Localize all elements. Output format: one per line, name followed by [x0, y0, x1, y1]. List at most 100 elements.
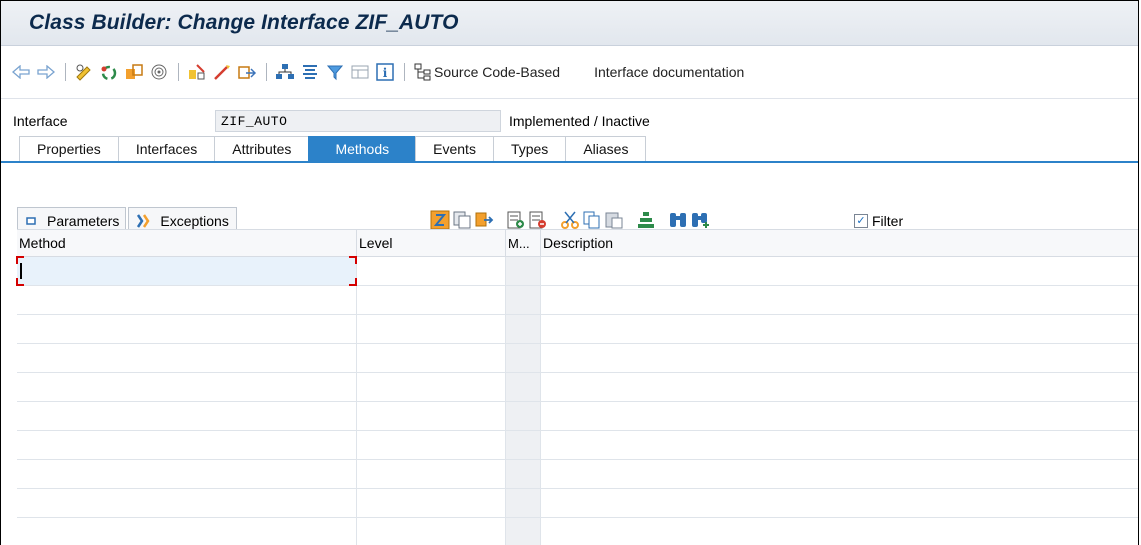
- methods-table: Method Level M... Description: [16, 229, 1138, 545]
- level-cell[interactable]: [357, 344, 506, 372]
- filter-label: Filter: [872, 213, 904, 229]
- level-cell[interactable]: [357, 431, 506, 459]
- column-header-description[interactable]: Description: [541, 230, 1138, 256]
- description-cell[interactable]: [541, 344, 1138, 372]
- tab-types[interactable]: Types: [492, 136, 567, 161]
- info-icon[interactable]: i: [373, 60, 397, 84]
- modeled-cell[interactable]: [506, 402, 541, 430]
- level-cell[interactable]: [357, 286, 506, 314]
- check-icon[interactable]: [185, 60, 209, 84]
- method-cell[interactable]: [17, 489, 357, 517]
- column-header-modeled[interactable]: M...: [506, 230, 541, 256]
- modeled-cell[interactable]: [506, 431, 541, 459]
- parameters-label: Parameters: [47, 213, 120, 229]
- level-cell[interactable]: [357, 315, 506, 343]
- method-cell[interactable]: [17, 315, 357, 343]
- method-cell[interactable]: [17, 460, 357, 488]
- tab-methods[interactable]: Methods: [308, 136, 417, 161]
- object-list-icon[interactable]: [273, 60, 297, 84]
- edit-marker-corner: [16, 278, 24, 286]
- table-row: [17, 344, 1138, 373]
- tab-aliases[interactable]: Aliases: [565, 136, 647, 161]
- table-row: [17, 431, 1138, 460]
- edit-marker-corner: [349, 256, 357, 264]
- description-cell[interactable]: [541, 373, 1138, 401]
- level-cell[interactable]: [357, 257, 506, 285]
- tab-interfaces[interactable]: Interfaces: [117, 136, 216, 161]
- table-row: [17, 286, 1138, 315]
- table-row: [17, 489, 1138, 518]
- level-cell[interactable]: [357, 518, 506, 545]
- tab-strip: Properties Interfaces Attributes Methods…: [1, 135, 1138, 163]
- forward-arrow-icon[interactable]: [34, 60, 58, 84]
- other-object-icon[interactable]: [72, 60, 96, 84]
- source-code-based-button[interactable]: Source Code-Based: [413, 60, 560, 84]
- description-cell[interactable]: [541, 402, 1138, 430]
- text-cursor: [20, 263, 22, 279]
- description-cell[interactable]: [541, 286, 1138, 314]
- method-cell[interactable]: [17, 286, 357, 314]
- filter-checkbox[interactable]: ✓ Filter: [854, 213, 903, 229]
- modeled-cell[interactable]: [506, 257, 541, 285]
- exceptions-label: Exceptions: [160, 213, 229, 229]
- description-cell[interactable]: [541, 460, 1138, 488]
- tab-properties[interactable]: Properties: [19, 136, 119, 161]
- tab-attributes[interactable]: Attributes: [214, 136, 310, 161]
- table-row: [16, 256, 1138, 286]
- method-cell[interactable]: [16, 256, 357, 286]
- test-icon[interactable]: [235, 60, 259, 84]
- description-cell[interactable]: [541, 315, 1138, 343]
- back-arrow-icon[interactable]: [9, 60, 33, 84]
- method-cell[interactable]: [17, 518, 357, 545]
- source-code-based-label: Source Code-Based: [434, 64, 561, 80]
- table-row: [17, 315, 1138, 344]
- interface-header: Interface ZIF_AUTO Implemented / Inactiv…: [1, 107, 1138, 135]
- layout-icon[interactable]: [348, 60, 372, 84]
- description-cell[interactable]: [541, 489, 1138, 517]
- source-code-based-icon: [413, 60, 433, 84]
- table-row: [17, 402, 1138, 431]
- column-header-method[interactable]: Method: [17, 230, 357, 256]
- filter-icon[interactable]: [323, 60, 347, 84]
- level-cell[interactable]: [357, 373, 506, 401]
- modeled-cell[interactable]: [506, 460, 541, 488]
- display-change-icon[interactable]: [97, 60, 121, 84]
- toolbar-separator: [266, 63, 267, 81]
- window-title: Class Builder: Change Interface ZIF_AUTO: [29, 11, 459, 34]
- interface-name-field: ZIF_AUTO: [215, 110, 501, 132]
- method-cell[interactable]: [17, 431, 357, 459]
- description-cell[interactable]: [541, 257, 1138, 285]
- activate-icon[interactable]: [210, 60, 234, 84]
- toolbar-separator: [65, 63, 66, 81]
- method-cell[interactable]: [17, 402, 357, 430]
- toolbar-separator: [404, 63, 405, 81]
- display-object-list-icon[interactable]: [298, 60, 322, 84]
- edit-marker-corner: [349, 278, 357, 286]
- sap-window: Class Builder: Change Interface ZIF_AUTO: [0, 0, 1139, 545]
- modeled-cell[interactable]: [506, 373, 541, 401]
- interface-label: Interface: [13, 113, 68, 129]
- active-inactive-icon[interactable]: [122, 60, 146, 84]
- method-cell[interactable]: [17, 344, 357, 372]
- description-cell[interactable]: [541, 431, 1138, 459]
- level-cell[interactable]: [357, 460, 506, 488]
- modeled-cell[interactable]: [506, 344, 541, 372]
- description-cell[interactable]: [541, 518, 1138, 545]
- column-header-level[interactable]: Level: [357, 230, 506, 256]
- tab-events[interactable]: Events: [415, 136, 494, 161]
- title-bar: Class Builder: Change Interface ZIF_AUTO: [1, 1, 1138, 46]
- modeled-cell[interactable]: [506, 489, 541, 517]
- modeled-cell[interactable]: [506, 518, 541, 545]
- level-cell[interactable]: [357, 402, 506, 430]
- toolbar-separator: [178, 63, 179, 81]
- parameters-icon: [24, 214, 38, 228]
- level-cell[interactable]: [357, 489, 506, 517]
- modeled-cell[interactable]: [506, 315, 541, 343]
- method-cell[interactable]: [17, 373, 357, 401]
- table-header: Method Level M... Description: [17, 229, 1138, 257]
- where-used-icon[interactable]: [147, 60, 171, 84]
- modeled-cell[interactable]: [506, 286, 541, 314]
- interface-documentation-button[interactable]: Interface documentation: [594, 64, 744, 80]
- interface-status: Implemented / Inactive: [509, 113, 650, 129]
- checkbox-checked-icon: ✓: [854, 214, 868, 228]
